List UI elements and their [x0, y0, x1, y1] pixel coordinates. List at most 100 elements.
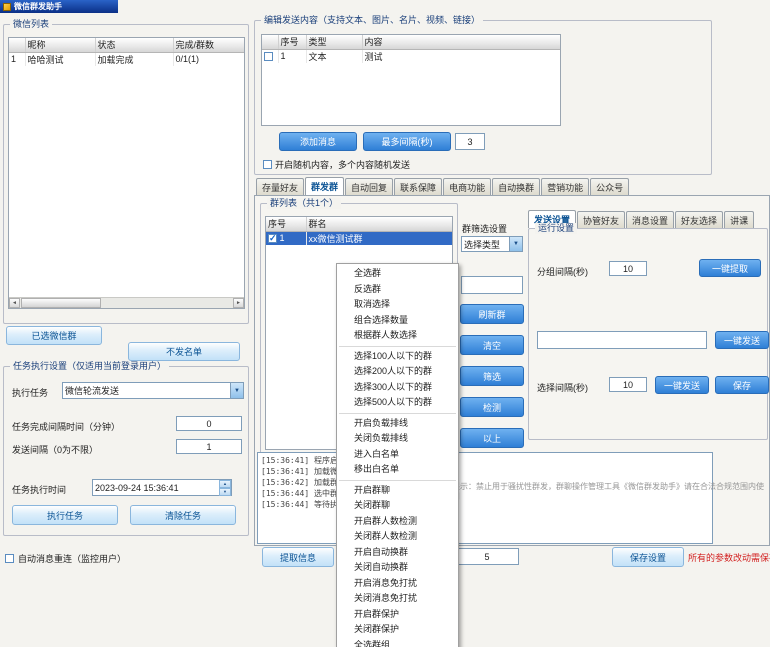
subtab-assist-friends[interactable]: 协管好友 — [577, 211, 625, 228]
wechat-list-group: 微信列表 昵称 状态 完成/群数 1 哈哈测试 加载完成 0/1(1) ◄ ► — [3, 24, 249, 324]
task-settings-group-title: 任务执行设置（仅适用当前登录用户） — [10, 361, 169, 372]
one-click-send-button[interactable]: 一键发送 — [715, 331, 769, 349]
clear-task-button[interactable]: 清除任务 — [130, 505, 236, 525]
save-settings-button[interactable]: 保存设置 — [612, 547, 684, 567]
max-gap-input[interactable]: 3 — [455, 133, 485, 150]
context-menu-item[interactable]: 关闭群保护 — [337, 622, 458, 638]
send-content-input[interactable] — [537, 331, 707, 349]
filter-type-value: 选择类型 — [464, 238, 500, 251]
filter-button[interactable]: 筛选 — [460, 366, 524, 386]
context-menu-item[interactable]: 开启群聊 — [337, 483, 458, 499]
context-menu-item[interactable]: 关闭负载排线 — [337, 431, 458, 447]
save-button-small[interactable]: 保存 — [715, 376, 769, 394]
context-menu-item[interactable]: 选择200人以下的群 — [337, 364, 458, 380]
grouping-gap-input[interactable]: 10 — [609, 261, 647, 276]
wechat-col-status[interactable]: 状态 — [95, 38, 173, 52]
no-send-list-button[interactable]: 不发名单 — [128, 342, 240, 361]
wechat-col-seq[interactable] — [9, 38, 25, 52]
context-menu-item[interactable]: 开启自动换群 — [337, 545, 458, 561]
add-message-button[interactable]: 添加消息 — [279, 132, 357, 151]
context-menu-item[interactable]: 移出白名单 — [337, 462, 458, 478]
exec-task-select[interactable]: 微信轮流发送 ▼ — [62, 382, 244, 399]
task-interval-input[interactable]: 0 — [176, 416, 242, 431]
wechat-col-progress[interactable]: 完成/群数 — [173, 38, 245, 52]
context-menu-item[interactable]: 选择500人以下的群 — [337, 395, 458, 411]
wechat-list-hscrollbar[interactable]: ◄ ► — [9, 297, 244, 308]
subtab-friend-select[interactable]: 好友选择 — [675, 211, 723, 228]
one-click-extract-button[interactable]: 一键提取 — [699, 259, 761, 277]
clear-selection-button[interactable]: 清空 — [460, 335, 524, 355]
context-menu-item[interactable]: 选择100人以下的群 — [337, 349, 458, 365]
refresh-groups-button[interactable]: 刷新群 — [460, 304, 524, 324]
group-row-seq: 1 — [280, 233, 285, 243]
group-col-seq[interactable]: 序号 — [266, 217, 306, 231]
tab-ecommerce[interactable]: 电商功能 — [443, 178, 491, 195]
auto-reconnect-checkbox[interactable] — [5, 554, 14, 563]
message-table-row[interactable]: 1 文本 测试 — [262, 49, 560, 63]
scroll-right-arrow-icon[interactable]: ► — [233, 298, 244, 308]
msg-col-seq[interactable]: 序号 — [278, 35, 306, 49]
scroll-thumb[interactable] — [21, 298, 101, 308]
tab-group-send[interactable]: 群发群 — [305, 177, 344, 195]
select-gap-input[interactable]: 10 — [609, 377, 647, 392]
tab-marketing[interactable]: 营销功能 — [541, 178, 589, 195]
random-content-checkbox[interactable] — [263, 160, 272, 169]
extract-info-button[interactable]: 提取信息 — [262, 547, 334, 567]
select-gap-label: 选择间隔(秒) — [537, 381, 588, 394]
detect-button[interactable]: 检测 — [460, 397, 524, 417]
context-menu-item[interactable]: 关闭自动换群 — [337, 560, 458, 576]
context-menu-item[interactable]: 全选群组 — [337, 638, 458, 647]
context-menu-item[interactable]: 开启群保护 — [337, 607, 458, 623]
above-count-button[interactable]: 以上 — [460, 428, 524, 448]
subtab-message-settings[interactable]: 消息设置 — [626, 211, 674, 228]
tab-stock-friends[interactable]: 存量好友 — [256, 178, 304, 195]
context-menu-item[interactable]: 关闭群聊 — [337, 498, 458, 514]
spin-up-icon[interactable]: ▲ — [219, 480, 231, 488]
group-list-row-selected[interactable]: 1 xx微信测试群 — [266, 231, 452, 245]
msg-col-type[interactable]: 类型 — [306, 35, 362, 49]
filter-keyword-input[interactable] — [461, 276, 523, 294]
max-gap-button[interactable]: 最多间隔(秒) — [363, 132, 451, 151]
tab-official-account[interactable]: 公众号 — [590, 178, 629, 195]
context-menu-item[interactable]: 开启消息免打扰 — [337, 576, 458, 592]
msg-col-check[interactable] — [262, 35, 278, 49]
context-menu-item[interactable]: 关闭消息免打扰 — [337, 591, 458, 607]
group-col-name[interactable]: 群名 — [306, 217, 452, 231]
context-menu-item[interactable]: 全选群 — [337, 266, 458, 282]
context-menu-item[interactable]: 开启负载排线 — [337, 416, 458, 432]
context-menu-item[interactable]: 反选群 — [337, 282, 458, 298]
context-menu-item[interactable]: 根据群人数选择 — [337, 328, 458, 344]
context-menu-item[interactable]: 关闭群人数检测 — [337, 529, 458, 545]
run-task-button[interactable]: 执行任务 — [12, 505, 118, 525]
message-row-checkbox[interactable] — [264, 52, 273, 61]
chevron-down-icon[interactable]: ▼ — [509, 237, 522, 251]
context-menu-item[interactable]: 组合选择数量 — [337, 313, 458, 329]
app-window: { "window": { "title": "微信群发助手" }, "left… — [0, 0, 770, 647]
group-row-checkbox[interactable] — [268, 234, 277, 243]
context-menu-item[interactable]: 取消选择 — [337, 297, 458, 313]
filter-type-select[interactable]: 选择类型 ▼ — [461, 236, 523, 252]
one-click-send-button-2[interactable]: 一键发送 — [655, 376, 709, 394]
title-bar[interactable]: 微信群发助手 — [0, 0, 118, 13]
spin-down-icon[interactable]: ▼ — [219, 488, 231, 496]
wechat-list-table[interactable]: 昵称 状态 完成/群数 1 哈哈测试 加载完成 0/1(1) ◄ ► — [8, 37, 245, 309]
send-gap-input[interactable]: 1 — [176, 439, 242, 454]
task-time-spinner[interactable]: ▲▼ — [219, 480, 231, 495]
wechat-table-row[interactable]: 1 哈哈测试 加载完成 0/1(1) — [9, 52, 245, 66]
tab-auto-switch-group[interactable]: 自动换群 — [492, 178, 540, 195]
msg-col-content[interactable]: 内容 — [362, 35, 560, 49]
task-time-input[interactable]: 2023-09-24 15:36:41 ▲▼ — [92, 479, 232, 496]
context-menu-item[interactable]: 进入白名单 — [337, 447, 458, 463]
chevron-down-icon[interactable]: ▼ — [230, 383, 243, 398]
tab-auto-reply[interactable]: 自动回复 — [345, 178, 393, 195]
tab-contact-guard[interactable]: 联系保障 — [394, 178, 442, 195]
wechat-col-nick[interactable]: 昵称 — [25, 38, 95, 52]
reconnect-gap-input[interactable]: 5 — [455, 548, 519, 565]
scroll-left-arrow-icon[interactable]: ◄ — [9, 298, 20, 308]
context-menu-item[interactable]: 选择300人以下的群 — [337, 380, 458, 396]
selected-wechat-button[interactable]: 已选微信群 — [6, 326, 102, 345]
message-table[interactable]: 序号 类型 内容 1 文本 测试 — [261, 34, 561, 126]
window-title: 微信群发助手 — [14, 1, 62, 12]
context-menu-item[interactable]: 开启群人数检测 — [337, 514, 458, 530]
subtab-lecture[interactable]: 讲课 — [724, 211, 754, 228]
